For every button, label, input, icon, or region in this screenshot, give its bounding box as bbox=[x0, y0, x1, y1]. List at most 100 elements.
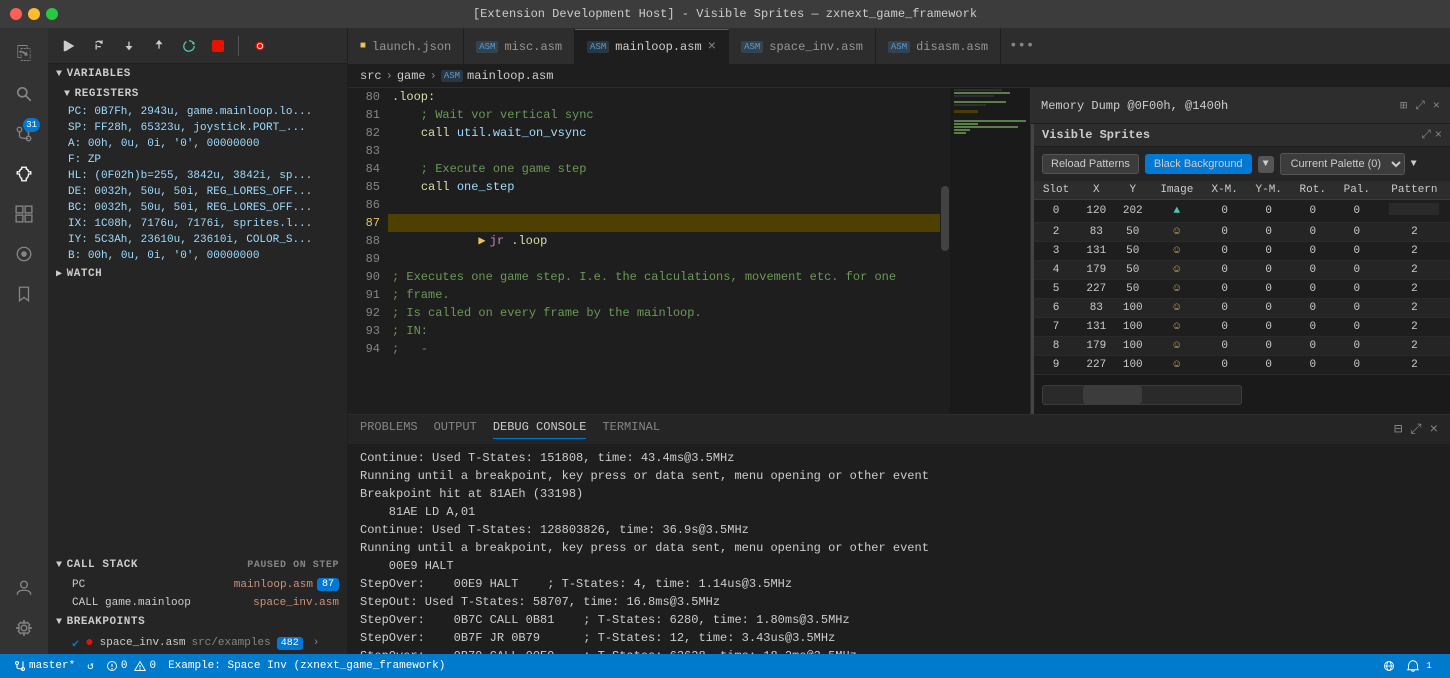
tab-space-inv-label: space_inv.asm bbox=[769, 40, 863, 54]
activity-icon-settings[interactable] bbox=[6, 610, 42, 646]
code-line-85: call one_step bbox=[388, 178, 950, 196]
pattern-scrollbar-thumb[interactable] bbox=[1083, 386, 1142, 404]
sprite-row-6: 683100 ☺ 00002 bbox=[1034, 299, 1450, 318]
tab-launch-json[interactable]: ■ launch.json bbox=[348, 29, 464, 64]
tab-terminal[interactable]: TERMINAL bbox=[602, 420, 660, 439]
callstack-label-1: CALL game.mainloop bbox=[72, 597, 191, 609]
step-out-button[interactable] bbox=[146, 35, 172, 57]
callstack-arrow: ▼ bbox=[56, 560, 63, 571]
tab-overflow-button[interactable]: ••• bbox=[1001, 38, 1042, 54]
console-expand-icon[interactable]: ⤢ bbox=[1410, 422, 1421, 438]
scrollbar-thumb[interactable] bbox=[941, 186, 949, 251]
maximize-button[interactable] bbox=[46, 8, 58, 20]
step-over-button[interactable] bbox=[86, 35, 112, 57]
activity-icon-source-control[interactable]: 31 bbox=[6, 116, 42, 152]
activity-icon-remote[interactable] bbox=[6, 236, 42, 272]
dropdown-arrow-bg[interactable]: ▼ bbox=[1258, 156, 1274, 173]
activity-icon-accounts[interactable] bbox=[6, 570, 42, 606]
var-bc: BC: 0032h, 50u, 50i, REG_LORES_OFF... bbox=[48, 200, 347, 216]
code-line-90: ; Executes one game step. I.e. the calcu… bbox=[388, 268, 950, 286]
callstack-item-1[interactable]: CALL game.mainloop space_inv.asm bbox=[48, 594, 347, 612]
step-into-button[interactable] bbox=[116, 35, 142, 57]
palette-dropdown-arrow[interactable]: ▼ bbox=[1411, 159, 1417, 170]
activity-icon-explorer[interactable]: ⎘ bbox=[6, 36, 42, 72]
var-iy: IY: 5C3Ah, 23610u, 23610i, COLOR_S... bbox=[48, 232, 347, 248]
status-notification[interactable]: 1 bbox=[1401, 659, 1442, 673]
bp-path: src/examples bbox=[191, 637, 270, 649]
visible-sprites-title: Visible Sprites bbox=[1042, 128, 1150, 142]
panel-icon-close[interactable]: × bbox=[1433, 99, 1440, 113]
tab-disasm-asm[interactable]: ASM disasm.asm bbox=[876, 29, 1001, 64]
console-line-5: Running until a breakpoint, key press or… bbox=[360, 539, 1438, 557]
close-button[interactable] bbox=[10, 8, 22, 20]
status-example[interactable]: Example: Space Inv (zxnext_game_framewor… bbox=[162, 660, 451, 672]
bp-expand-icon[interactable]: › bbox=[313, 637, 320, 649]
tab-misc-asm-lang: ASM bbox=[476, 41, 498, 53]
registers-header[interactable]: ▼ Registers bbox=[48, 84, 347, 104]
panel-icon-expand[interactable]: ⤢ bbox=[1415, 99, 1425, 113]
callstack-file-0: mainloop.asm bbox=[132, 579, 313, 591]
bp-filename: space_inv.asm bbox=[100, 637, 186, 649]
variables-header[interactable]: ▼ VARIABLES bbox=[48, 64, 347, 84]
col-y: Y bbox=[1115, 181, 1151, 200]
status-sync[interactable]: ↺ bbox=[81, 659, 100, 673]
title-bar: [Extension Development Host] - Visible S… bbox=[0, 0, 1450, 28]
continue-button[interactable] bbox=[56, 35, 82, 57]
watch-header[interactable]: ▶ WATCH bbox=[48, 264, 347, 284]
stop-button[interactable] bbox=[206, 36, 230, 56]
reload-patterns-button[interactable]: Reload Patterns bbox=[1042, 154, 1139, 174]
activity-icon-extensions[interactable] bbox=[6, 196, 42, 232]
panel-icon-grid[interactable]: ⊞ bbox=[1400, 98, 1407, 113]
palette-select[interactable]: Current Palette (0) bbox=[1280, 153, 1405, 175]
activity-icon-debug[interactable] bbox=[6, 156, 42, 192]
col-slot: Slot bbox=[1034, 181, 1078, 200]
tab-close-icon[interactable]: × bbox=[708, 39, 716, 55]
console-filter-icon[interactable]: ⊟ bbox=[1394, 421, 1402, 438]
call-stack-title: CALL STACK bbox=[67, 559, 139, 571]
sprite-row-3: 313150 ☺ 00002 bbox=[1034, 242, 1450, 261]
watch-title: WATCH bbox=[67, 268, 103, 280]
scrollbar-track[interactable] bbox=[940, 88, 950, 414]
restart-button[interactable] bbox=[176, 35, 202, 57]
minimize-button[interactable] bbox=[28, 8, 40, 20]
console-close-icon[interactable]: × bbox=[1430, 422, 1438, 438]
tab-mainloop-asm[interactable]: ASM mainloop.asm × bbox=[575, 29, 729, 64]
var-pc: PC: 0B7Fh, 2943u, game.mainloop.lo... bbox=[48, 104, 347, 120]
visible-sprites-close-icon[interactable]: × bbox=[1435, 128, 1442, 142]
col-rot: Rot. bbox=[1291, 181, 1335, 200]
tab-misc-asm[interactable]: ASM misc.asm bbox=[464, 29, 575, 64]
activity-icon-search[interactable] bbox=[6, 76, 42, 112]
registers-arrow: ▼ bbox=[64, 89, 71, 100]
sprite-row-0: 0120202 ▲ 0000 bbox=[1034, 200, 1450, 223]
code-line-87: ▶jr .loop bbox=[388, 214, 950, 232]
console-line-10: StepOver: 0B7F JR 0B79 ; T-States: 12, t… bbox=[360, 629, 1438, 647]
tab-disasm-label: disasm.asm bbox=[916, 40, 988, 54]
console-line-0: Continue: Used T-States: 151808, time: 4… bbox=[360, 449, 1438, 467]
code-line-89 bbox=[388, 250, 950, 268]
callstack-item-0[interactable]: PC mainloop.asm 87 bbox=[48, 575, 347, 594]
activity-icon-bookmarks[interactable] bbox=[6, 276, 42, 312]
visible-sprites-expand-icon[interactable]: ⤢ bbox=[1421, 128, 1431, 142]
black-background-button[interactable]: Black Background bbox=[1145, 154, 1252, 174]
status-branch[interactable]: master* bbox=[8, 660, 81, 672]
breakpoints-button[interactable] bbox=[247, 35, 273, 57]
tab-launch-json-label: launch.json bbox=[372, 40, 451, 54]
tab-space-inv-asm[interactable]: ASM space_inv.asm bbox=[729, 29, 876, 64]
call-stack-section: ▼ CALL STACK PAUSED ON STEP PC mainloop.… bbox=[48, 555, 347, 612]
code-line-80: .loop: bbox=[388, 88, 950, 106]
tab-debug-console[interactable]: DEBUG CONSOLE bbox=[493, 420, 587, 439]
var-ix: IX: 1C08h, 7176u, 7176i, sprites.l... bbox=[48, 216, 347, 232]
var-sp: SP: FF28h, 65323u, joystick.PORT_... bbox=[48, 120, 347, 136]
tab-output[interactable]: OUTPUT bbox=[434, 420, 477, 439]
bottom-tab-bar: PROBLEMS OUTPUT DEBUG CONSOLE TERMINAL ⊟… bbox=[348, 415, 1450, 445]
status-errors[interactable]: 0 0 bbox=[100, 660, 162, 672]
call-stack-header[interactable]: ▼ CALL STACK PAUSED ON STEP bbox=[48, 555, 347, 575]
paused-badge: PAUSED ON STEP bbox=[247, 560, 339, 571]
status-globe[interactable] bbox=[1377, 660, 1401, 672]
tab-problems[interactable]: PROBLEMS bbox=[360, 420, 418, 439]
pattern-scrollbar[interactable] bbox=[1042, 385, 1242, 405]
console-line-6: 00E9 HALT bbox=[360, 557, 1438, 575]
breakpoint-item-0[interactable]: ✔ ● space_inv.asm src/examples 482 › bbox=[48, 632, 347, 654]
breakpoints-header[interactable]: ▼ BREAKPOINTS bbox=[48, 612, 347, 632]
breadcrumb-src: src bbox=[360, 69, 382, 83]
